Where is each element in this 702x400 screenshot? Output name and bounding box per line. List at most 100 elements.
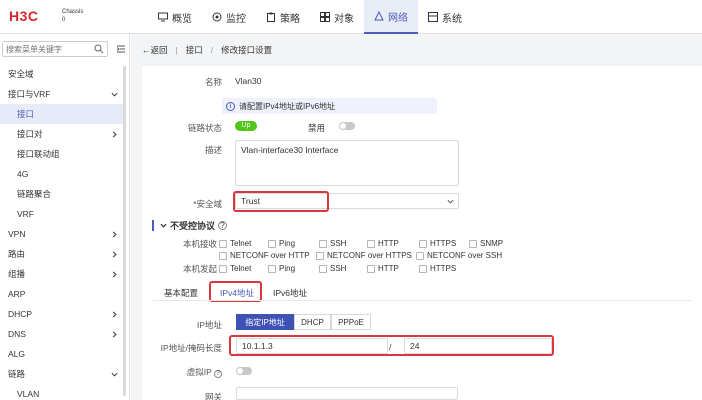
ip-mask-highlight-box bbox=[229, 335, 554, 356]
virtual-ip-toggle[interactable] bbox=[236, 367, 252, 375]
recv-netconf-ssh-checkbox[interactable]: NETCONF over SSH bbox=[416, 251, 502, 260]
security-zone-label: *安全域 bbox=[193, 199, 222, 209]
send-https-checkbox[interactable]: HTTPS bbox=[419, 264, 456, 273]
checkbox-box bbox=[469, 239, 477, 248]
tab-ipv6[interactable]: IPv6地址 bbox=[273, 287, 307, 299]
sidebar-item-alg[interactable]: ALG bbox=[0, 344, 126, 364]
nav-label: 网络 bbox=[388, 12, 408, 24]
nav-system[interactable]: 系统 bbox=[418, 0, 472, 34]
link-status-label: 链路状态 bbox=[187, 123, 222, 133]
sidebar-item-dhcp[interactable]: DHCP bbox=[0, 304, 126, 324]
help-icon[interactable]: ? bbox=[218, 221, 228, 230]
tab-basic-config[interactable]: 基本配置 bbox=[164, 287, 198, 299]
nav-network[interactable]: 网络 bbox=[364, 0, 418, 34]
ip-mode-static-button[interactable]: 指定IP地址 bbox=[236, 314, 294, 330]
recv-telnet-checkbox[interactable]: Telnet bbox=[219, 239, 251, 248]
sidebar-item-routing[interactable]: 路由 bbox=[0, 244, 126, 264]
nav-label: 对象 bbox=[334, 13, 354, 25]
recv-ssh-checkbox[interactable]: SSH bbox=[319, 239, 346, 248]
info-icon: i bbox=[226, 101, 235, 111]
sidebar-item-interface-link-group[interactable]: 接口联动组 bbox=[0, 144, 126, 164]
menu-label: 接口联动组 bbox=[17, 149, 60, 159]
nav-policy[interactable]: 策略 bbox=[256, 0, 310, 34]
sidebar-item-arp[interactable]: ARP bbox=[0, 284, 126, 304]
menu-label: 路由 bbox=[8, 249, 26, 259]
name-label: 名称 bbox=[204, 77, 222, 87]
search-icon[interactable] bbox=[94, 44, 104, 54]
chevron-right-icon bbox=[112, 271, 117, 277]
sidebar-item-link-aggregation[interactable]: 链路聚合 bbox=[0, 184, 126, 204]
menu-label: 组播 bbox=[8, 269, 26, 279]
sidebar-scrollbar[interactable] bbox=[123, 66, 126, 396]
nav-overview[interactable]: 概览 bbox=[148, 0, 202, 34]
menu-label: DHCP bbox=[8, 309, 33, 319]
sidebar-item-vpn[interactable]: VPN bbox=[0, 224, 126, 244]
back-link[interactable]: ←返回 bbox=[142, 44, 168, 56]
sidebar-item-4g[interactable]: 4G bbox=[0, 164, 126, 184]
send-ssh-checkbox[interactable]: SSH bbox=[319, 264, 346, 273]
sidebar-item-dns[interactable]: DNS bbox=[0, 324, 126, 344]
checkbox-box bbox=[367, 239, 375, 248]
ip-mode-pppoe-button[interactable]: PPPoE bbox=[331, 314, 371, 330]
chevron-right-icon bbox=[112, 331, 117, 337]
chevron-down-icon bbox=[111, 92, 118, 97]
menu-label: 接口与VRF bbox=[8, 89, 51, 99]
menu-search-input[interactable] bbox=[2, 41, 108, 57]
collapse-menu-icon[interactable] bbox=[116, 44, 126, 54]
zone-highlight-box bbox=[233, 191, 329, 212]
send-ping-checkbox[interactable]: Ping bbox=[268, 264, 295, 273]
recv-netconf-http-checkbox[interactable]: NETCONF over HTTP bbox=[219, 251, 310, 260]
tab-divider bbox=[152, 300, 692, 301]
chevron-right-icon bbox=[112, 251, 117, 257]
sidebar-item-interface-pair[interactable]: 接口对 bbox=[0, 124, 126, 144]
eye-icon bbox=[212, 12, 222, 22]
send-telnet-checkbox[interactable]: Telnet bbox=[219, 264, 251, 273]
section-uncontrolled-protocols[interactable]: 不受控协议 ? bbox=[152, 219, 228, 232]
menu-label: VLAN bbox=[17, 389, 40, 399]
checkbox-label: HTTPS bbox=[430, 239, 457, 248]
ip-mask-label: IP地址/掩码长度 bbox=[160, 343, 222, 353]
breadcrumb-interface[interactable]: 接口 bbox=[186, 44, 203, 56]
sidebar-item-security-zone[interactable]: 安全域 bbox=[0, 64, 126, 84]
ip-mode-dhcp-button[interactable]: DHCP bbox=[294, 314, 331, 330]
recv-http-checkbox[interactable]: HTTP bbox=[367, 239, 399, 248]
sidebar-menu: 安全域 接口与VRF 接口 接口对 接口联动组 4G 链路聚合 VRF VPN … bbox=[0, 64, 126, 400]
chassis-number: 0 bbox=[62, 17, 66, 23]
sidebar-item-interface[interactable]: 接口 bbox=[0, 104, 126, 124]
recv-snmp-checkbox[interactable]: SNMP bbox=[469, 239, 503, 248]
sidebar-item-interface-vrf[interactable]: 接口与VRF bbox=[0, 84, 126, 104]
breadcrumb: ←返回 | 接口 / 修改接口设置 bbox=[131, 34, 702, 66]
menu-label: 接口对 bbox=[17, 129, 43, 139]
sidebar-item-vrf[interactable]: VRF bbox=[0, 204, 126, 224]
ip-hint-banner: i 请配置IPv4地址或IPv6地址 bbox=[222, 98, 437, 114]
disable-toggle[interactable] bbox=[339, 122, 355, 130]
checkbox-box bbox=[219, 264, 227, 273]
help-icon[interactable]: ? bbox=[214, 369, 222, 378]
nav-monitor[interactable]: 监控 bbox=[202, 0, 256, 34]
checkbox-box bbox=[219, 239, 227, 248]
checkbox-box bbox=[219, 251, 227, 260]
sidebar-item-vlan[interactable]: VLAN bbox=[0, 384, 126, 400]
checkbox-label: SSH bbox=[330, 264, 347, 273]
description-textarea[interactable]: Vlan-interface30 Interface bbox=[235, 140, 459, 186]
recv-https-checkbox[interactable]: HTTPS bbox=[419, 239, 456, 248]
hint-text: 请配置IPv4地址或IPv6地址 bbox=[239, 101, 336, 111]
checkbox-label: NETCONF over HTTPS bbox=[327, 251, 412, 260]
gateway-input[interactable] bbox=[236, 387, 458, 400]
send-http-checkbox[interactable]: HTTP bbox=[367, 264, 399, 273]
checkbox-label: SNMP bbox=[480, 239, 504, 248]
form-panel: 名称 Vlan30 i 请配置IPv4地址或IPv6地址 链路状态 Up 禁用 … bbox=[142, 66, 702, 400]
main-nav: 概览 监控 策略 对象 网络 系统 bbox=[148, 0, 472, 34]
sidebar-item-link[interactable]: 链路 bbox=[0, 364, 126, 384]
checkbox-label: Ping bbox=[279, 239, 296, 248]
recv-netconf-https-checkbox[interactable]: NETCONF over HTTPS bbox=[316, 251, 412, 260]
section-title-text: 不受控协议 bbox=[170, 221, 216, 231]
checkbox-label: Ping bbox=[279, 264, 296, 273]
checkbox-label: HTTPS bbox=[430, 264, 457, 273]
network-icon bbox=[374, 11, 384, 21]
sidebar-item-multicast[interactable]: 组播 bbox=[0, 264, 126, 284]
nav-objects[interactable]: 对象 bbox=[310, 0, 364, 34]
recv-ping-checkbox[interactable]: Ping bbox=[268, 239, 295, 248]
breadcrumb-current: 修改接口设置 bbox=[221, 45, 273, 55]
checkbox-label: NETCONF over HTTP bbox=[230, 251, 310, 260]
